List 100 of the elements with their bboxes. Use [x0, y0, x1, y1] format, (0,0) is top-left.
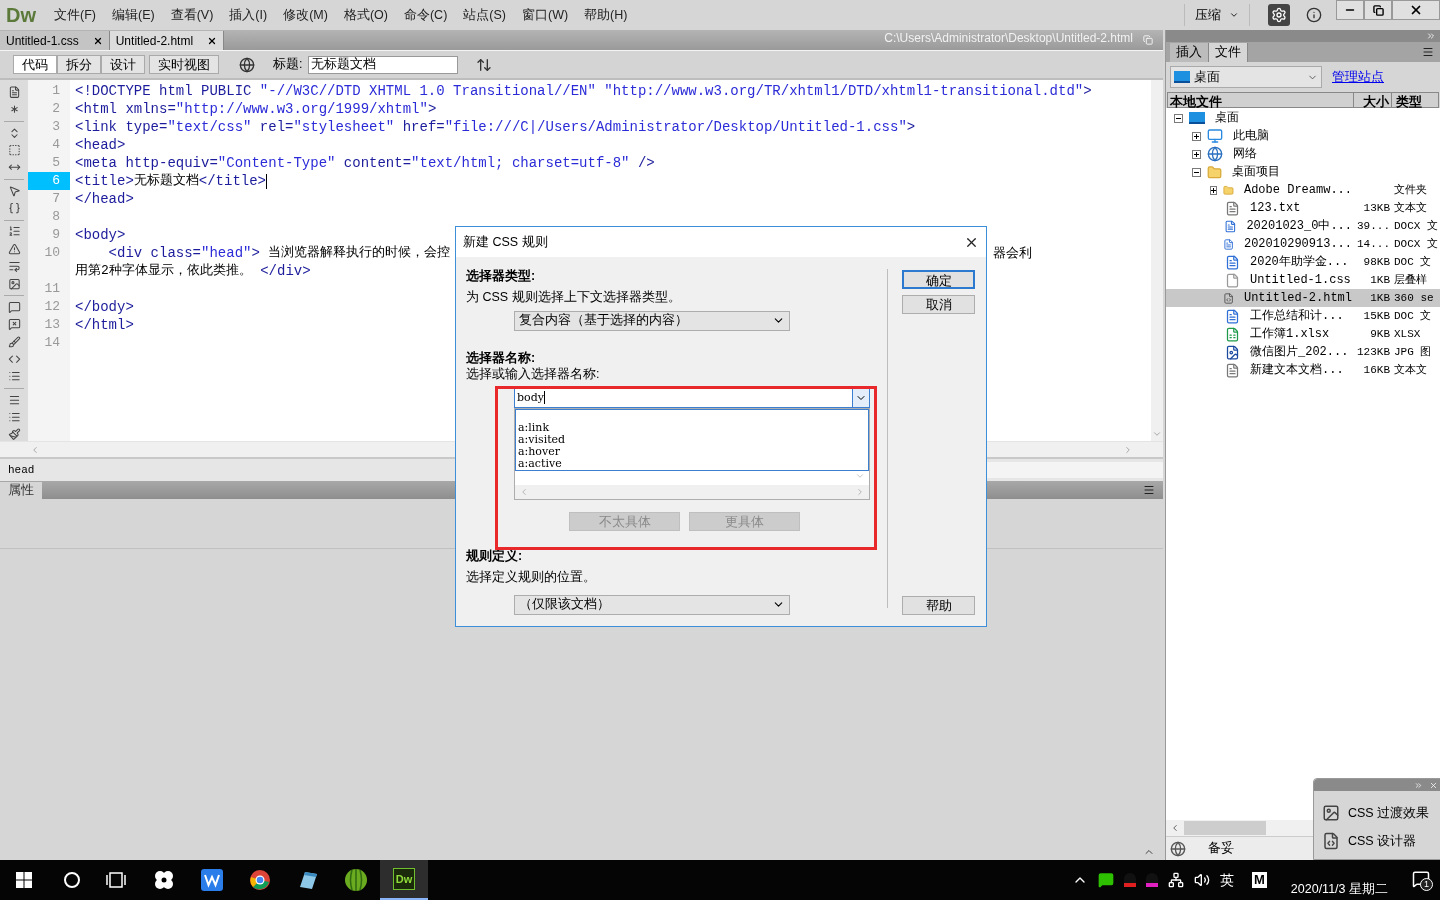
- expand-toggle[interactable]: [1192, 131, 1201, 141]
- chat-icon[interactable]: [1098, 872, 1114, 888]
- menu-item[interactable]: 站点(S): [457, 5, 512, 25]
- menu-item[interactable]: 命令(C): [397, 5, 454, 25]
- column-header[interactable]: 类型: [1392, 93, 1422, 107]
- file-tree-row[interactable]: 123.txt 13KB 文本文: [1166, 199, 1440, 217]
- volume-icon[interactable]: [1194, 872, 1210, 888]
- panel-menu-icon[interactable]: [1143, 484, 1155, 496]
- rule-location-dropdown[interactable]: （仅限该文档）: [514, 594, 790, 615]
- panel-item[interactable]: CSS 设计器: [1314, 827, 1440, 855]
- braces-icon[interactable]: [6, 202, 22, 215]
- close-icon[interactable]: [92, 35, 103, 46]
- settings-icon[interactable]: [1268, 4, 1290, 26]
- search-icon[interactable]: [64, 872, 80, 888]
- restore-button[interactable]: [1364, 0, 1392, 20]
- menu-item[interactable]: 文件(F): [48, 5, 102, 25]
- input-language[interactable]: 英: [1220, 869, 1234, 891]
- menu-item[interactable]: 窗口(W): [515, 5, 575, 25]
- view-button[interactable]: 实时视图: [149, 55, 219, 74]
- file-tree-row[interactable]: 202010290913... 14... DOCX 文: [1166, 235, 1440, 253]
- info-icon[interactable]: [1306, 7, 1322, 23]
- globe-icon[interactable]: [239, 56, 255, 73]
- image-icon[interactable]: [6, 277, 22, 290]
- line-number: 2: [51, 100, 61, 118]
- menu-item[interactable]: 查看(V): [164, 5, 220, 25]
- tag-selector[interactable]: head: [8, 461, 35, 479]
- column-header[interactable]: 大小: [1354, 93, 1392, 107]
- file-tree-row[interactable]: Untitled-2.html 1KB 360 se: [1166, 289, 1440, 307]
- tray-app-badge[interactable]: M: [1252, 872, 1267, 888]
- document-tab[interactable]: Untitled-2.html: [109, 31, 225, 50]
- warning-icon[interactable]: [6, 242, 22, 256]
- minimize-button[interactable]: [1336, 0, 1364, 20]
- close-icon: [1409, 3, 1423, 17]
- file-tree-row[interactable]: 网络: [1166, 145, 1440, 163]
- view-button[interactable]: 设计: [101, 55, 145, 74]
- workspace-switcher[interactable]: 压缩: [1184, 4, 1250, 26]
- menu-item[interactable]: 插入(I): [223, 5, 274, 25]
- view-button[interactable]: 拆分: [57, 55, 101, 74]
- expand-toggle[interactable]: [1210, 185, 1218, 195]
- panel-menu-icon[interactable]: [1422, 46, 1434, 58]
- close-button[interactable]: [1392, 0, 1440, 20]
- scrollbar-thumb[interactable]: [1184, 821, 1266, 835]
- notification-icon[interactable]: [1412, 870, 1430, 888]
- collapse-toggle[interactable]: [1174, 113, 1183, 123]
- file-tree-row[interactable]: 新建文本文档... 16KB 文本文: [1166, 361, 1440, 379]
- panel-item[interactable]: CSS 过渡效果: [1314, 799, 1440, 827]
- expand-toggle[interactable]: [1192, 149, 1201, 159]
- file-tree-row[interactable]: Adobe Dreamw... 文件夹: [1166, 181, 1440, 199]
- date-text[interactable]: 2020/11/3 星期二: [1290, 879, 1388, 899]
- file-tree-row[interactable]: 此电脑: [1166, 127, 1440, 145]
- column-header[interactable]: 本地文件: [1168, 93, 1354, 107]
- numbered-list-icon[interactable]: [6, 225, 22, 238]
- dialog-button[interactable]: 取消: [902, 295, 975, 314]
- manage-sites-link[interactable]: 管理站点: [1332, 67, 1384, 87]
- wrap-text-icon[interactable]: [6, 260, 22, 273]
- document-tab[interactable]: Untitled-1.css: [0, 31, 110, 50]
- panel-tab[interactable]: 插入: [1170, 43, 1209, 62]
- file-tree-row[interactable]: 桌面: [1166, 109, 1440, 127]
- file-tree-row[interactable]: 微信图片_202... 123KB JPG 图: [1166, 343, 1440, 361]
- file-tree-row[interactable]: Untitled-1.css 1KB 层叠样: [1166, 271, 1440, 289]
- scroll-left-icon[interactable]: [1170, 823, 1180, 833]
- collapse-toggle[interactable]: [1192, 167, 1201, 177]
- close-icon[interactable]: [207, 35, 218, 46]
- selector-option[interactable]: a:link: [516, 422, 868, 435]
- file-size: 14...: [1357, 237, 1390, 250]
- file-tree-row[interactable]: 20201023_0中... 39... DOCX 文: [1166, 217, 1440, 235]
- dialog-button[interactable]: 帮助: [902, 596, 975, 615]
- menu-item[interactable]: 格式(O): [337, 5, 394, 25]
- menu-item[interactable]: 帮助(H): [578, 5, 634, 25]
- dialog-button[interactable]: 确定: [902, 270, 975, 289]
- panel-tab[interactable]: 文件: [1209, 43, 1248, 62]
- line-number: 3: [51, 118, 61, 136]
- selector-option[interactable]: a:visited: [516, 434, 868, 447]
- code-token: >: [251, 243, 260, 263]
- network-icon[interactable]: [1168, 872, 1184, 888]
- selector-option[interactable]: a:active: [516, 458, 868, 471]
- dashed-square-icon[interactable]: [6, 144, 22, 157]
- title-field[interactable]: 无标题文档: [308, 55, 459, 74]
- selector-type-dropdown[interactable]: 复合内容（基于选择的内容）: [514, 310, 790, 331]
- file-tree-row[interactable]: 桌面项目: [1166, 163, 1440, 181]
- section-heading: 规则定义:: [466, 548, 524, 566]
- windows-logo-icon[interactable]: [16, 872, 32, 888]
- selector-name-combobox[interactable]: body: [514, 387, 870, 409]
- list-icon[interactable]: [6, 370, 22, 383]
- file-tree-row[interactable]: 工作簿1.xlsx 9KB XLSX: [1166, 325, 1440, 343]
- brush-icon[interactable]: [6, 335, 22, 348]
- view-button[interactable]: 代码: [13, 55, 57, 74]
- menu-item[interactable]: 编辑(E): [105, 5, 161, 25]
- properties-tab[interactable]: 属性: [0, 482, 42, 499]
- comment-icon[interactable]: [6, 300, 22, 314]
- file-type: XLSX: [1394, 327, 1421, 340]
- taskbar-app[interactable]: Dw: [380, 860, 428, 900]
- sort-icon[interactable]: [476, 56, 493, 73]
- file-tree-row[interactable]: 2020年助学金... 98KB DOC 文: [1166, 253, 1440, 271]
- remove-comment-icon[interactable]: [6, 318, 22, 331]
- menu-item[interactable]: 修改(M): [277, 5, 334, 25]
- task-view-icon[interactable]: [106, 872, 126, 888]
- site-dropdown[interactable]: 桌面: [1170, 66, 1322, 88]
- code-icon[interactable]: [6, 353, 22, 366]
- file-tree-row[interactable]: 工作总结和计... 15KB DOC 文: [1166, 307, 1440, 325]
